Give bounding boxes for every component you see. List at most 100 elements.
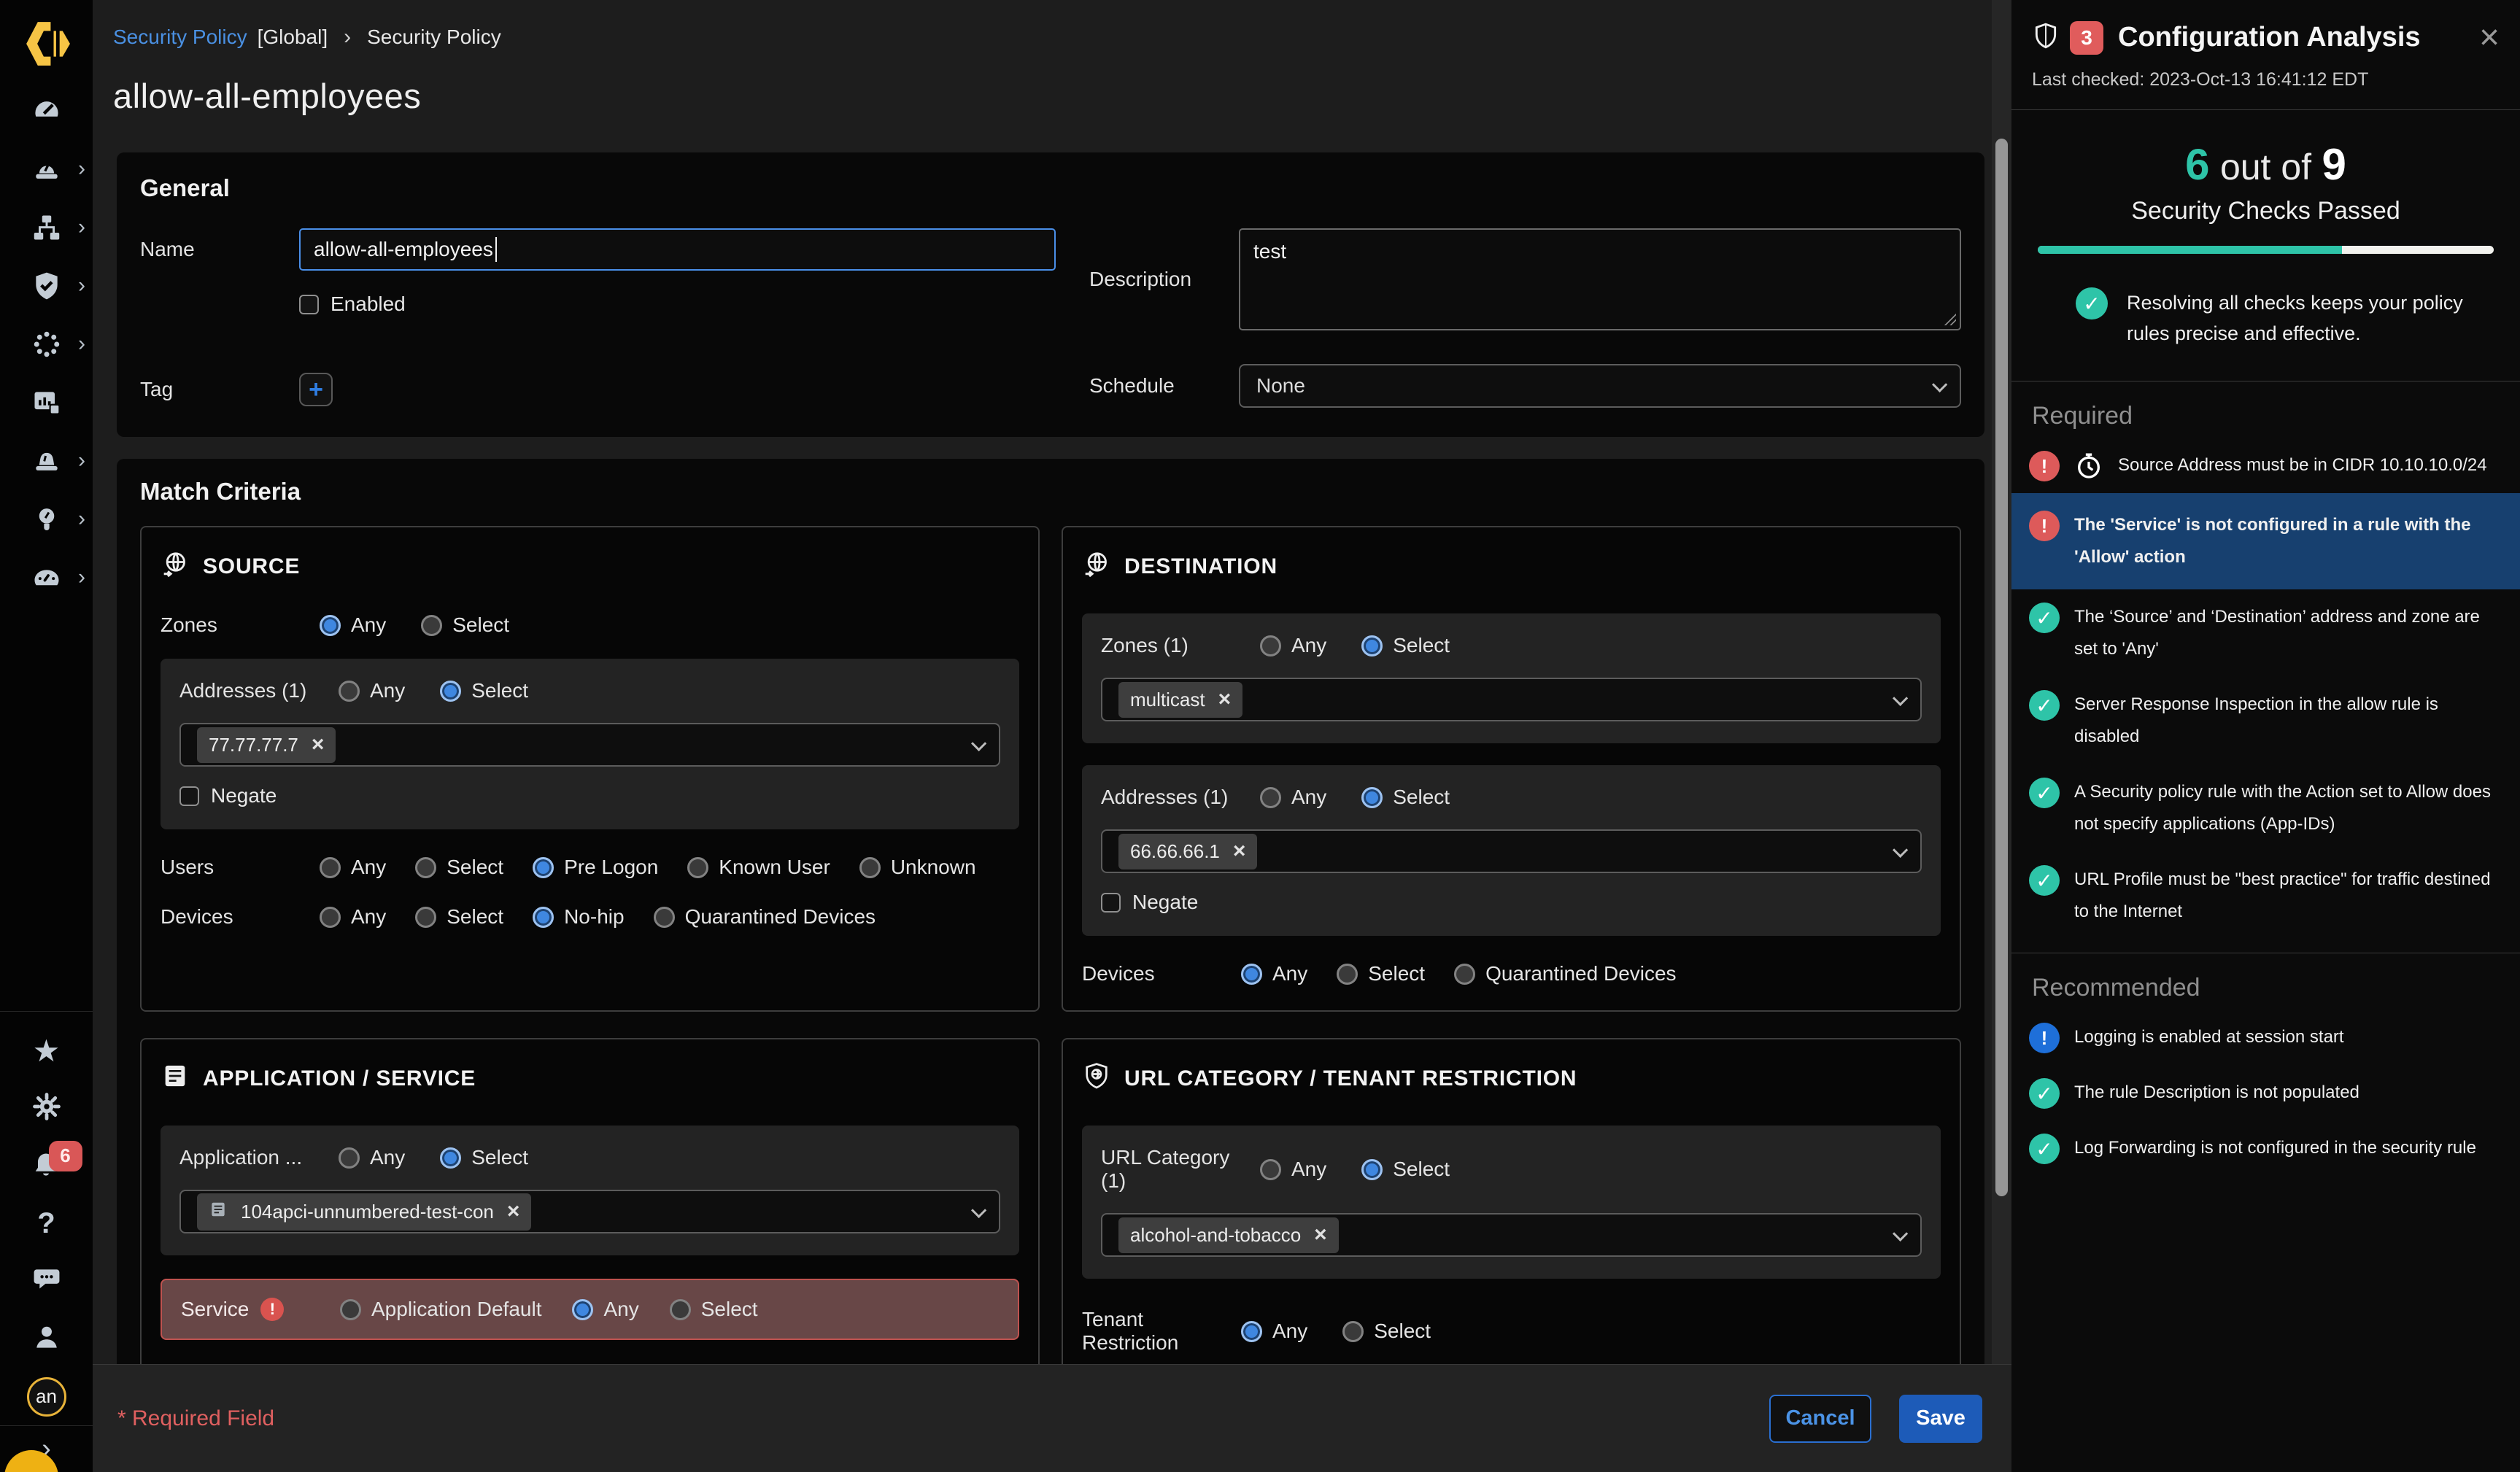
radio-daddr-any[interactable]: Any [1260,786,1326,809]
sidebar-item-incidents[interactable]: › [0,433,93,492]
radio-dzones-any[interactable]: Any [1260,634,1326,657]
radio-users-knownuser[interactable]: Known User [687,856,830,879]
enabled-checkbox[interactable] [299,295,319,314]
sidebar-item-security[interactable]: › [0,258,93,317]
notifications-button[interactable]: 6 [0,1137,93,1195]
check-item[interactable]: ✓ URL Profile must be "best practice" fo… [2011,852,2520,940]
radio-ddevices-quarantined[interactable]: Quarantined Devices [1454,962,1676,985]
radio-application-any[interactable]: Any [339,1146,405,1169]
help-button[interactable]: ? [0,1195,93,1252]
remove-chip-icon[interactable]: × [312,734,325,756]
radio-zones-select[interactable]: Select [421,613,509,637]
schedule-select[interactable]: None [1239,364,1961,408]
check-item-selected[interactable]: ! The 'Service' is not configured in a r… [2011,493,2520,589]
radio-service-any[interactable]: Any [572,1298,638,1321]
radio-service-select[interactable]: Select [670,1298,758,1321]
radio-devices-quarantined[interactable]: Quarantined Devices [654,905,876,929]
incident-siren-icon [31,445,63,481]
radio-service-appdefault[interactable]: Application Default [340,1298,541,1321]
radio-devices-any[interactable]: Any [320,905,386,929]
devices-label: Devices [1082,962,1241,985]
destination-panel: DESTINATION Zones (1) Any Select [1062,526,1961,1012]
radio-users-prelogon[interactable]: Pre Logon [533,856,658,879]
name-input[interactable]: allow-all-employees [299,228,1056,271]
radio-devices-select[interactable]: Select [415,905,503,929]
remove-chip-icon[interactable]: × [1218,689,1232,710]
radio-ddevices-any[interactable]: Any [1241,962,1307,985]
check-item[interactable]: ✓ The rule Description is not populated [2011,1065,2520,1120]
check-item[interactable]: ✓ A Security policy rule with the Action… [2011,764,2520,852]
divider [2011,109,2520,110]
sidebar-item-dashboard[interactable] [0,83,93,142]
close-icon[interactable]: × [2479,20,2500,55]
required-heading: Required [2011,381,2520,438]
url-category-label: URL Category (1) [1101,1146,1260,1193]
chevron-right-icon: › [78,331,85,356]
remove-chip-icon[interactable]: × [507,1201,520,1223]
url-category-title: URL CATEGORY / TENANT RESTRICTION [1124,1066,1577,1091]
radio-zones-any[interactable]: Any [320,613,386,637]
description-textarea[interactable]: test [1239,228,1961,330]
check-item[interactable]: ✓ Log Forwarding is not configured in th… [2011,1120,2520,1176]
radio-ddevices-select[interactable]: Select [1337,962,1425,985]
check-item[interactable]: ✓ The ‘Source’ and ‘Destination’ address… [2011,589,2520,677]
remove-chip-icon[interactable]: × [1314,1224,1327,1246]
cancel-button[interactable]: Cancel [1769,1395,1871,1443]
sidebar-item-alerts[interactable]: › [0,142,93,200]
check-icon: ✓ [2029,778,2060,808]
chevron-right-icon: › [78,156,85,181]
radio-daddr-select[interactable]: Select [1361,786,1450,809]
sidebar-item-network[interactable]: › [0,200,93,258]
sidebar-item-workflows[interactable]: › [0,317,93,375]
destination-zones-select-field[interactable]: multicast × [1101,678,1922,721]
info-icon: ! [2029,1023,2060,1053]
favorites-button[interactable]: ★ [0,1022,93,1080]
sidebar-item-monitor[interactable]: › [0,550,93,608]
remove-chip-icon[interactable]: × [1233,840,1246,862]
radio-icon [533,907,554,928]
chat-icon [31,1263,63,1299]
devices-label: Devices [161,905,320,929]
radio-dzones-select[interactable]: Select [1361,634,1450,657]
gauge-icon [31,562,63,597]
user-button[interactable] [0,1310,93,1368]
settings-button[interactable] [0,1080,93,1137]
radio-urlcat-any[interactable]: Any [1260,1158,1326,1181]
radio-icon [421,615,442,636]
radio-users-unknown[interactable]: Unknown [859,856,976,879]
check-item[interactable]: ! Logging is enabled at session start [2011,1010,2520,1065]
check-item[interactable]: ! Source Address must be in CIDR 10.10.1… [2011,438,2520,493]
sidebar-item-insights[interactable]: › [0,492,93,550]
radio-urlcat-select[interactable]: Select [1361,1158,1450,1181]
feedback-button[interactable] [0,1252,93,1310]
source-negate-checkbox[interactable] [179,786,199,806]
radio-users-any[interactable]: Any [320,856,386,879]
radio-addresses-select[interactable]: Select [440,679,528,702]
radio-icon [1337,964,1358,985]
check-item[interactable]: ✓ Server Response Inspection in the allo… [2011,677,2520,764]
destination-addresses-select-field[interactable]: 66.66.66.1 × [1101,829,1922,873]
radio-addresses-any[interactable]: Any [339,679,405,702]
scrollbar-thumb[interactable] [1995,139,2008,1196]
sidebar-item-reports[interactable] [0,375,93,433]
app-root: › › › › › › [0,0,2520,1472]
general-section: General Name allow-all-employees Enabled [117,152,1984,437]
add-tag-button[interactable]: + [299,373,333,406]
account-avatar[interactable]: an [0,1368,93,1425]
zone-chip: multicast × [1118,682,1242,718]
save-button[interactable]: Save [1899,1395,1982,1443]
source-addresses-select-field[interactable]: 77.77.77.7 × [179,723,1000,767]
url-category-select-field[interactable]: alcohol-and-tobacco × [1101,1213,1922,1257]
radio-tenant-select[interactable]: Select [1342,1320,1431,1343]
checks-passed-count: 6 [2185,140,2209,189]
destination-negate-checkbox[interactable] [1101,893,1121,913]
breadcrumb-link[interactable]: Security Policy [113,26,247,49]
brand-logo-icon[interactable] [22,19,71,69]
radio-devices-nohip[interactable]: No-hip [533,905,624,929]
gear-icon [31,1091,63,1126]
application-select-field[interactable]: 104apci-unnumbered-test-con × [179,1190,1000,1233]
sidebar-bottom: ★ 6 ? an › [0,1011,93,1472]
radio-users-select[interactable]: Select [415,856,503,879]
radio-tenant-any[interactable]: Any [1241,1320,1307,1343]
radio-application-select[interactable]: Select [440,1146,528,1169]
